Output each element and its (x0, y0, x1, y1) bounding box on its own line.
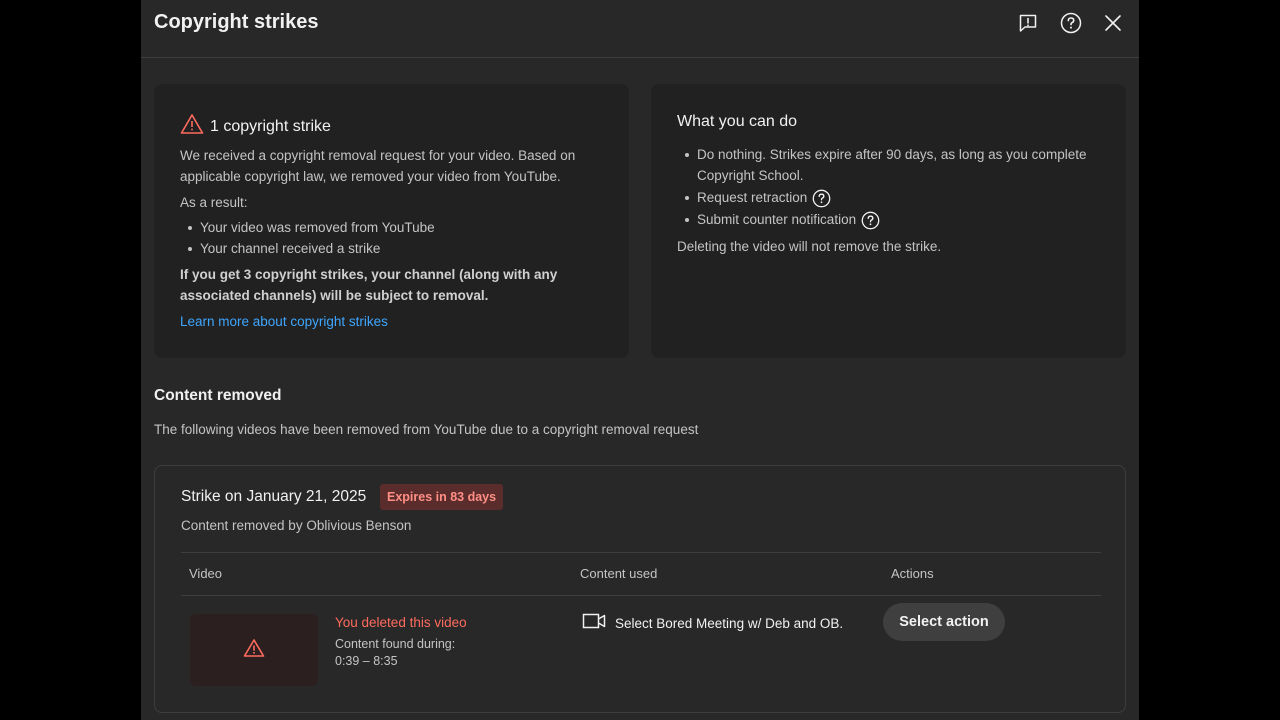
close-icon[interactable] (1100, 10, 1126, 36)
video-camera-icon (582, 612, 606, 635)
content-removed-title: Content removed (154, 387, 282, 404)
delete-note: Deleting the video will not remove the s… (677, 239, 942, 254)
column-video: Video (189, 566, 223, 581)
content-used-title: Select Bored Meeting w/ Deb and OB. (615, 616, 844, 631)
content-found-label: Content found during: (335, 637, 456, 651)
warning-icon (180, 113, 204, 140)
dialog-header: Copyright strikes (141, 0, 1139, 58)
list-item: Submit counter notification (677, 209, 1107, 230)
copyright-strikes-dialog: Copyright strikes 1 copyright strike We … (141, 0, 1139, 720)
strike-date: Strike on January 21, 2025 (181, 488, 367, 505)
dialog-title: Copyright strikes (154, 11, 319, 33)
column-actions: Actions (891, 566, 934, 581)
list-item: Request retraction (677, 187, 1107, 208)
what-you-can-do-card: What you can do Do nothing. Strikes expi… (651, 84, 1126, 358)
list-item: Do nothing. Strikes expire after 90 days… (677, 144, 1107, 186)
help-icon[interactable] (1058, 10, 1084, 36)
list-item: Your channel received a strike (180, 238, 435, 259)
strike-description: We received a copyright removal request … (180, 148, 576, 184)
content-found-range: 0:39 – 8:35 (335, 654, 398, 668)
warning-icon (243, 638, 265, 663)
video-status: You deleted this video (335, 615, 467, 630)
learn-more-link[interactable]: Learn more about copyright strikes (180, 311, 388, 332)
options-list: Do nothing. Strikes expire after 90 days… (677, 144, 1107, 231)
strike-count-title: 1 copyright strike (210, 117, 331, 135)
what-you-can-do-title: What you can do (677, 113, 798, 130)
option-request-retraction: Request retraction (697, 190, 808, 205)
list-item: Your video was removed from YouTube (180, 217, 435, 238)
content-used: Select Bored Meeting w/ Deb and OB. (582, 612, 843, 635)
result-intro: As a result: (180, 195, 248, 210)
option-do-nothing: Do nothing. Strikes expire after 90 days… (697, 147, 1087, 183)
table-header: Video Content used Actions (181, 552, 1101, 596)
removed-by: Content removed by Oblivious Benson (181, 518, 412, 533)
expires-badge: Expires in 83 days (380, 484, 504, 510)
option-counter-notification: Submit counter notification (697, 212, 857, 227)
help-icon[interactable] (812, 189, 831, 208)
video-thumbnail (190, 614, 318, 686)
result-list: Your video was removed from YouTube Your… (180, 217, 435, 259)
content-removed-subtitle: The following videos have been removed f… (154, 422, 699, 437)
strike-warning: If you get 3 copyright strikes, your cha… (180, 267, 558, 303)
strike-card: Strike on January 21, 2025 Expires in 83… (154, 465, 1126, 713)
feedback-icon[interactable] (1015, 10, 1041, 36)
select-action-button[interactable]: Select action (883, 603, 1005, 641)
strike-summary-card: 1 copyright strike We received a copyrig… (154, 84, 629, 358)
column-content-used: Content used (580, 566, 658, 581)
strike-title-row: 1 copyright strike (180, 113, 331, 140)
help-icon[interactable] (861, 211, 880, 230)
